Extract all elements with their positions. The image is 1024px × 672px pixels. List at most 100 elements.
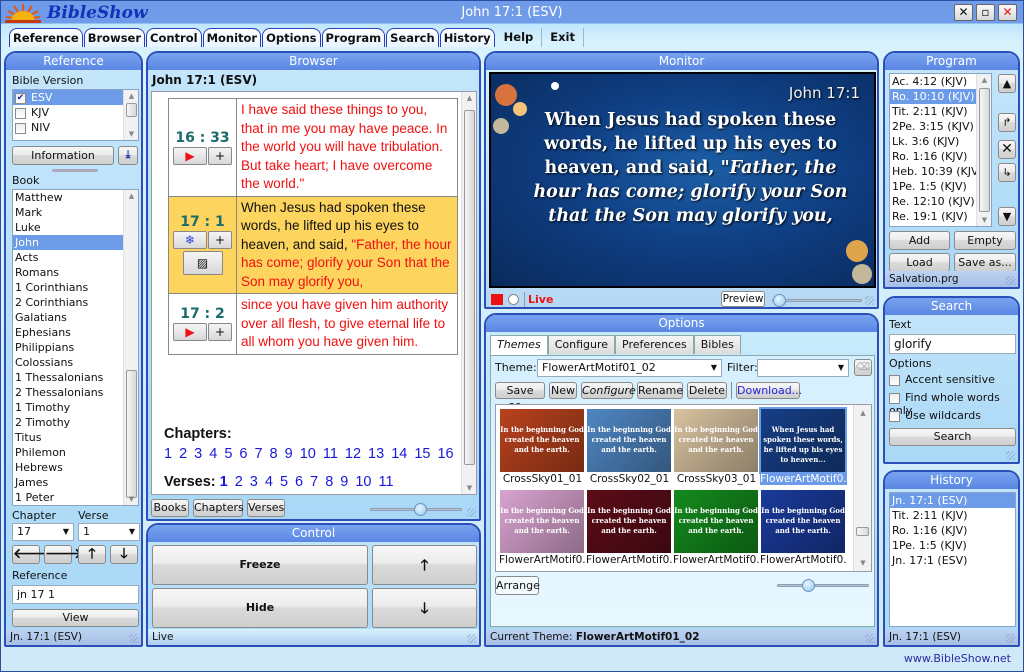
book-list-item[interactable]: Ephesians bbox=[13, 325, 138, 340]
book-list-item[interactable]: Galatians bbox=[13, 310, 138, 325]
tab-preferences[interactable]: Preferences bbox=[615, 335, 694, 354]
theme-configure-button[interactable]: Configure bbox=[581, 382, 636, 399]
program-list[interactable]: Ac. 4:12 (KJV) Ro. 10:10 (KJV) Tit. 2:11 (… bbox=[889, 73, 992, 227]
checkbox-checked-icon[interactable]: ✔ bbox=[15, 92, 26, 104]
program-add-button[interactable]: Add bbox=[889, 231, 950, 250]
book-list-item[interactable]: Matthew bbox=[13, 190, 138, 205]
book-scrollbar[interactable]: ▲ ▼ bbox=[123, 190, 138, 505]
verse-link[interactable]: 6 bbox=[295, 474, 303, 490]
book-list-item[interactable]: Hebrews bbox=[13, 460, 138, 475]
wildcards-checkbox[interactable]: Use wildcards bbox=[889, 409, 981, 422]
book-list-item[interactable]: 1 Peter bbox=[13, 490, 138, 505]
theme-thumbnail[interactable]: In the beginning God created the heaven … bbox=[587, 490, 671, 553]
book-list-item[interactable]: Acts bbox=[13, 250, 138, 265]
menu-help[interactable]: Help bbox=[496, 28, 543, 47]
menu-exit[interactable]: Exit bbox=[542, 28, 584, 47]
book-list-item[interactable]: James bbox=[13, 475, 138, 490]
program-load-button[interactable]: Load bbox=[889, 253, 950, 272]
resize-grip[interactable] bbox=[1006, 276, 1015, 285]
slider-knob[interactable] bbox=[801, 579, 815, 592]
monitor-slider[interactable] bbox=[772, 294, 862, 307]
website-link[interactable]: www.BibleShow.net bbox=[904, 652, 1011, 665]
version-item-niv[interactable]: NIV bbox=[13, 120, 138, 135]
program-empty-button[interactable]: Empty bbox=[954, 231, 1016, 250]
theme-thumbnail[interactable]: In the beginning God bbox=[500, 571, 584, 572]
clear-filter-icon[interactable]: ⌫ bbox=[854, 359, 872, 376]
menu-tab-reference[interactable]: Reference bbox=[9, 28, 83, 47]
next-chapter-button[interactable]: 🡒 bbox=[44, 545, 83, 564]
reference-input[interactable]: jn 17 1 bbox=[12, 585, 139, 604]
menu-tab-options[interactable]: Options bbox=[262, 28, 321, 47]
theme-thumbnail[interactable]: When Jesus had spoken these words, he li… bbox=[759, 407, 847, 474]
view-button[interactable]: View bbox=[12, 609, 139, 627]
slider-knob[interactable] bbox=[414, 503, 428, 516]
books-button[interactable]: Books bbox=[151, 499, 189, 517]
theme-thumbnail[interactable]: In the beginning God created the heaven … bbox=[500, 490, 584, 553]
chapter-link[interactable]: 4 bbox=[209, 446, 217, 462]
checkbox-icon[interactable] bbox=[15, 107, 26, 119]
book-list-item[interactable]: Mark bbox=[13, 205, 138, 220]
verse-link[interactable]: 1 bbox=[220, 474, 228, 490]
tab-themes[interactable]: Themes bbox=[490, 335, 548, 355]
menu-tab-program[interactable]: Program bbox=[321, 28, 386, 47]
checkbox-icon[interactable] bbox=[889, 392, 900, 404]
verses-button[interactable]: Verses bbox=[247, 499, 285, 517]
version-item-kjv[interactable]: KJV bbox=[13, 105, 138, 120]
prev-verse-button[interactable]: 🡑 bbox=[78, 545, 106, 564]
menu-tab-browser[interactable]: Browser bbox=[83, 28, 146, 47]
chapter-link[interactable]: 12 bbox=[345, 446, 361, 462]
chapter-link[interactable]: 6 bbox=[239, 446, 247, 462]
record-circle-icon[interactable] bbox=[508, 294, 519, 305]
history-list[interactable]: Jn. 17:1 (ESV) Tit. 2:11 (KJV) Ro. 1:16 (K… bbox=[889, 492, 1016, 627]
history-list-item[interactable]: Tit. 2:11 (KJV) bbox=[890, 508, 1015, 523]
freeze-button[interactable]: Freeze bbox=[152, 545, 368, 585]
book-list-item[interactable]: John bbox=[13, 235, 138, 250]
filter-select[interactable]: ▼ bbox=[757, 359, 849, 377]
theme-thumbnail[interactable]: In the beginning God created the heaven … bbox=[500, 409, 584, 472]
verse-link[interactable]: 3 bbox=[250, 474, 258, 490]
add-to-program-button[interactable]: + bbox=[208, 323, 232, 342]
tab-configure[interactable]: Configure bbox=[547, 335, 616, 354]
add-to-program-button[interactable]: + bbox=[208, 146, 232, 165]
theme-thumbnail[interactable]: In the beginning God created the heaven … bbox=[761, 490, 845, 553]
theme-download-button[interactable]: Download... bbox=[736, 382, 802, 399]
menu-tab-search[interactable]: Search bbox=[386, 28, 439, 47]
add-to-program-button[interactable]: + bbox=[208, 231, 232, 250]
book-list-item[interactable]: Luke bbox=[13, 220, 138, 235]
history-list-item[interactable]: Jn. 17:1 (ESV) bbox=[890, 553, 1015, 568]
chapter-link[interactable]: 3 bbox=[194, 446, 202, 462]
book-list-item[interactable]: Philemon bbox=[13, 445, 138, 460]
splitter-handle[interactable] bbox=[52, 169, 98, 172]
history-list-item[interactable]: Ro. 1:16 (KJV) bbox=[890, 523, 1015, 538]
history-list-item[interactable]: Jn. 17:1 (ESV) bbox=[890, 493, 1015, 508]
browser-scrollbar[interactable]: ▲ ▼ bbox=[461, 92, 476, 494]
resize-grip[interactable] bbox=[865, 634, 874, 643]
theme-thumbnail[interactable]: In the beginning God created the heaven … bbox=[674, 490, 758, 553]
slider-knob[interactable] bbox=[773, 294, 786, 307]
move-bottom-button[interactable]: ▼ bbox=[998, 207, 1016, 226]
theme-select[interactable]: FlowerArtMotif01_02 ▼ bbox=[537, 359, 722, 377]
restore-icon[interactable]: ▫ bbox=[976, 4, 995, 21]
menu-tab-history[interactable]: History bbox=[439, 28, 495, 47]
chapter-link[interactable]: 15 bbox=[414, 446, 430, 462]
download-icon[interactable]: ⤓ bbox=[118, 146, 138, 165]
checkbox-icon[interactable] bbox=[889, 410, 900, 422]
chapters-button[interactable]: Chapters bbox=[193, 499, 244, 517]
theme-thumbnail[interactable]: In the beginning God bbox=[761, 571, 845, 572]
chapter-select[interactable]: 17 ▼ bbox=[12, 523, 74, 541]
show-verse-button[interactable]: ▶ bbox=[173, 146, 207, 165]
program-scrollbar[interactable]: ▲ ▼ bbox=[976, 74, 991, 226]
edit-verse-button[interactable]: ▨ bbox=[182, 251, 223, 276]
chapter-link[interactable]: 1 bbox=[164, 446, 172, 462]
next-verse-button[interactable]: 🡓 bbox=[110, 545, 138, 564]
book-list-item[interactable]: 1 Thessalonians bbox=[13, 370, 138, 385]
verse-number[interactable]: 16 : 33 bbox=[175, 130, 229, 146]
theme-zoom-slider[interactable] bbox=[777, 579, 869, 592]
verse-link[interactable]: 7 bbox=[310, 474, 318, 490]
book-list-item[interactable]: 1 Timothy bbox=[13, 400, 138, 415]
book-list-item[interactable]: 2 Corinthians bbox=[13, 295, 138, 310]
theme-new-button[interactable]: New bbox=[549, 382, 577, 399]
chapter-link[interactable]: 14 bbox=[391, 446, 407, 462]
move-top-button[interactable]: ▲ bbox=[998, 74, 1016, 93]
version-scrollbar[interactable]: ▲ ▼ bbox=[123, 90, 138, 140]
